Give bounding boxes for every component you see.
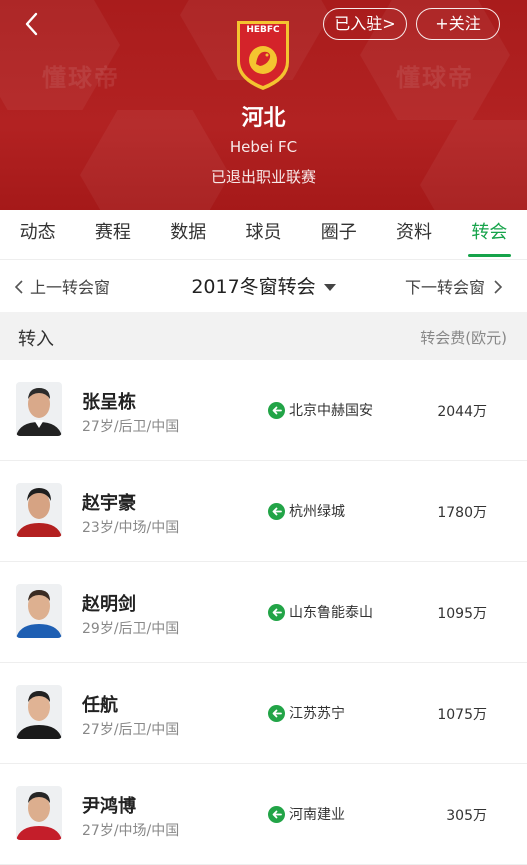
chevron-right-icon <box>494 280 503 294</box>
team-crest-icon: HEBFC <box>234 18 292 92</box>
player-info: 27岁/中场/中国 <box>82 823 180 839</box>
team-name-en: Hebei FC <box>229 138 298 156</box>
list-item[interactable]: 赵宇豪 23岁/中场/中国 杭州绿城 1780万 <box>0 461 527 562</box>
transfer-in-arrow-icon <box>268 502 285 520</box>
player-avatar <box>16 584 62 638</box>
player-info: 23岁/中场/中国 <box>82 520 180 536</box>
transfer-fee: 1075万 <box>437 707 487 723</box>
player-avatar <box>16 786 62 840</box>
caret-down-icon <box>323 284 336 291</box>
player-info: 29岁/后卫/中国 <box>82 621 180 637</box>
bg-hexagon <box>420 120 527 210</box>
settled-button[interactable]: 已入驻> <box>323 8 407 40</box>
player-name: 张呈栋 <box>82 392 136 413</box>
tab-bar: 动态 赛程 数据 球员 圈子 资料 转会 <box>0 210 527 260</box>
tab-players[interactable]: 球员 <box>226 210 301 259</box>
player-avatar <box>16 382 62 436</box>
transfer-fee: 305万 <box>446 808 487 824</box>
transfer-fee: 2044万 <box>437 404 487 420</box>
section-header: 转入 转会费(欧元) <box>0 312 527 360</box>
tab-news[interactable]: 动态 <box>0 210 75 259</box>
player-avatar <box>16 685 62 739</box>
player-name: 赵明剑 <box>82 594 136 615</box>
from-club-name: 江苏苏宁 <box>289 706 345 722</box>
next-window-label: 下一转会窗 <box>404 278 485 297</box>
from-club: 江苏苏宁 <box>268 703 345 723</box>
team-name: 河北 <box>241 106 286 131</box>
player-name: 赵宇豪 <box>82 493 136 514</box>
transfer-in-arrow-icon <box>268 603 285 621</box>
tab-circle[interactable]: 圈子 <box>301 210 376 259</box>
team-header: 懂球帝 懂球帝 已入驻> +关注 HEBFC 河北 Hebei FC 已退出职业… <box>0 0 527 210</box>
from-club-name: 山东鲁能泰山 <box>289 605 373 621</box>
from-club-name: 杭州绿城 <box>289 504 345 520</box>
from-club-name: 河南建业 <box>289 807 345 823</box>
next-window-button[interactable]: 下一转会窗 <box>405 274 503 298</box>
watermark-left: 懂球帝 <box>42 64 120 92</box>
list-item[interactable]: 尹鸿博 27岁/中场/中国 河南建业 305万 <box>0 764 527 865</box>
transfer-list: 张呈栋 27岁/后卫/中国 北京中赫国安 2044万 赵宇豪 23岁/中场/中国… <box>0 360 527 865</box>
transfer-fee: 1095万 <box>437 606 487 622</box>
from-club-name: 北京中赫国安 <box>289 403 373 419</box>
transfer-in-arrow-icon <box>268 704 285 722</box>
from-club: 杭州绿城 <box>268 501 345 521</box>
from-club: 山东鲁能泰山 <box>268 602 373 622</box>
window-title: 2017冬窗转会 <box>191 276 316 298</box>
list-item[interactable]: 赵明剑 29岁/后卫/中国 山东鲁能泰山 1095万 <box>0 562 527 663</box>
player-avatar <box>16 483 62 537</box>
transfer-fee: 1780万 <box>437 505 487 521</box>
tab-info[interactable]: 资料 <box>376 210 451 259</box>
tab-stats[interactable]: 数据 <box>151 210 226 259</box>
back-button[interactable] <box>18 10 48 40</box>
watermark-right: 懂球帝 <box>396 64 474 92</box>
tab-schedule[interactable]: 赛程 <box>75 210 150 259</box>
player-info: 27岁/后卫/中国 <box>82 419 180 435</box>
fee-column-header: 转会费(欧元) <box>420 329 507 347</box>
team-status: 已退出职业联赛 <box>210 168 316 186</box>
chevron-left-icon <box>25 12 38 36</box>
section-title: 转入 <box>18 329 54 350</box>
list-item[interactable]: 任航 27岁/后卫/中国 江苏苏宁 1075万 <box>0 663 527 764</box>
from-club: 北京中赫国安 <box>268 400 373 420</box>
player-info: 27岁/后卫/中国 <box>82 722 180 738</box>
crest-text: HEBFC <box>246 25 280 35</box>
transfer-window-nav: 上一转会窗 2017冬窗转会 下一转会窗 <box>0 260 527 312</box>
transfer-in-arrow-icon <box>268 805 285 823</box>
player-name: 任航 <box>82 695 118 716</box>
list-item[interactable]: 张呈栋 27岁/后卫/中国 北京中赫国安 2044万 <box>0 360 527 461</box>
tab-transfers[interactable]: 转会 <box>452 210 527 259</box>
player-name: 尹鸿博 <box>82 796 136 817</box>
from-club: 河南建业 <box>268 804 345 824</box>
transfer-in-arrow-icon <box>268 401 285 419</box>
follow-button[interactable]: +关注 <box>416 8 500 40</box>
